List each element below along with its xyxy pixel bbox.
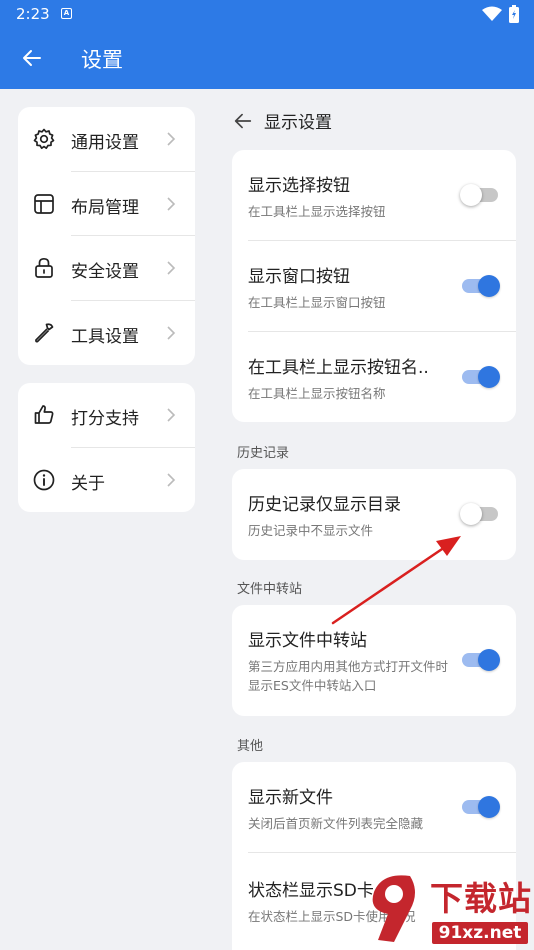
transfer-card: 显示文件中转站 第三方应用内用其他方式打开文件时显示ES文件中转站入口 [232,605,516,716]
show-window-toggle[interactable] [460,274,500,298]
setting-title: 显示文件中转站 [248,631,367,651]
watermark-url: 91xz.net [432,922,528,944]
sidebar-item-label: 安全设置 [71,262,139,282]
sidebar-item-tools[interactable]: 工具设置 [18,301,195,366]
section-label-history: 历史记录 [237,446,290,461]
history-dirs-only-toggle[interactable] [460,502,500,526]
setting-row-history-dirs-only[interactable]: 历史记录仅显示目录 历史记录中不显示文件 [232,469,516,560]
show-button-names-toggle[interactable] [460,365,500,389]
a-box-icon: A [61,8,72,19]
thumbs-up-icon [34,405,54,424]
sidebar-item-general[interactable]: 通用设置 [18,107,195,172]
chevron-right-icon [167,132,176,146]
setting-subtitle: 在工具栏上显示窗口按钮 [248,295,386,310]
setting-row-show-new-files[interactable]: 显示新文件 关闭后首页新文件列表完全隐藏 [232,762,516,853]
setting-title: 状态栏显示SD卡 [248,881,374,901]
show-transfer-toggle[interactable] [460,648,500,672]
lock-icon [35,257,53,278]
status-time: 2:23 [16,5,50,23]
watermark: 下载站 91xz.net [360,870,532,946]
setting-title: 历史记录仅显示目录 [248,495,401,515]
info-icon [33,469,55,490]
sidebar-item-label: 布局管理 [71,197,139,218]
sidebar-item-about[interactable]: 关于 [18,448,195,513]
watermark-brand: 下载站 [430,879,532,918]
chevron-right-icon [167,325,176,340]
sidebar-group-main: 通用设置 布局管理 安全设置 工具设置 [18,107,195,365]
display-settings-card: 显示选择按钮 在工具栏上显示选择按钮 显示窗口按钮 在工具栏上显示窗口按钮 在工… [232,150,516,422]
battery-charging-icon [509,5,519,23]
layout-icon [34,193,54,214]
setting-row-show-transfer[interactable]: 显示文件中转站 第三方应用内用其他方式打开文件时显示ES文件中转站入口 [232,605,516,716]
chevron-right-icon [167,408,176,422]
chevron-right-icon [167,261,176,275]
setting-subtitle: 在工具栏上显示选择按钮 [248,204,386,219]
setting-title: 显示新文件 [248,788,333,808]
watermark-logo-icon [372,875,415,942]
sidebar-item-security[interactable]: 安全设置 [18,236,195,301]
sidebar-group-extra: 打分支持 关于 [18,383,195,512]
show-new-files-toggle[interactable] [460,795,500,819]
setting-row-show-select[interactable]: 显示选择按钮 在工具栏上显示选择按钮 [232,150,516,241]
sidebar-item-rate[interactable]: 打分支持 [18,383,195,448]
chevron-right-icon [167,472,176,487]
arrow-left-icon[interactable] [232,110,254,132]
page-title: 设置 [81,48,123,72]
app-bar: 设置 [0,28,534,89]
setting-row-show-window[interactable]: 显示窗口按钮 在工具栏上显示窗口按钮 [232,241,516,332]
wrench-icon [35,322,54,342]
setting-title: 显示窗口按钮 [248,267,350,287]
wifi-icon [482,6,502,21]
setting-row-show-button-names[interactable]: 在工具栏上显示按钮名.. 在工具栏上显示按钮名称 [232,332,516,422]
arrow-left-icon[interactable] [20,46,44,70]
sidebar-item-label: 通用设置 [71,133,139,153]
sidebar-item-label: 关于 [71,473,105,494]
status-bar: 2:23 A [0,0,534,28]
setting-subtitle: 关闭后首页新文件列表完全隐藏 [248,816,424,831]
section-title: 显示设置 [264,113,332,133]
sidebar-item-label: 工具设置 [71,326,139,347]
sidebar-item-label: 打分支持 [71,409,139,429]
gear-icon [33,128,55,150]
setting-subtitle: 在工具栏上显示按钮名称 [248,386,386,401]
setting-subtitle: 第三方应用内用其他方式打开文件时显示ES文件中转站入口 [248,659,449,693]
setting-title: 在工具栏上显示按钮名.. [248,358,429,378]
section-label-transfer: 文件中转站 [237,582,303,597]
show-select-toggle[interactable] [460,183,500,207]
chevron-right-icon [167,196,176,211]
history-card: 历史记录仅显示目录 历史记录中不显示文件 [232,469,516,560]
sidebar-item-layout[interactable]: 布局管理 [18,172,195,236]
setting-title: 显示选择按钮 [248,176,350,196]
setting-subtitle: 历史记录中不显示文件 [248,523,374,538]
section-label-other: 其他 [237,739,264,754]
